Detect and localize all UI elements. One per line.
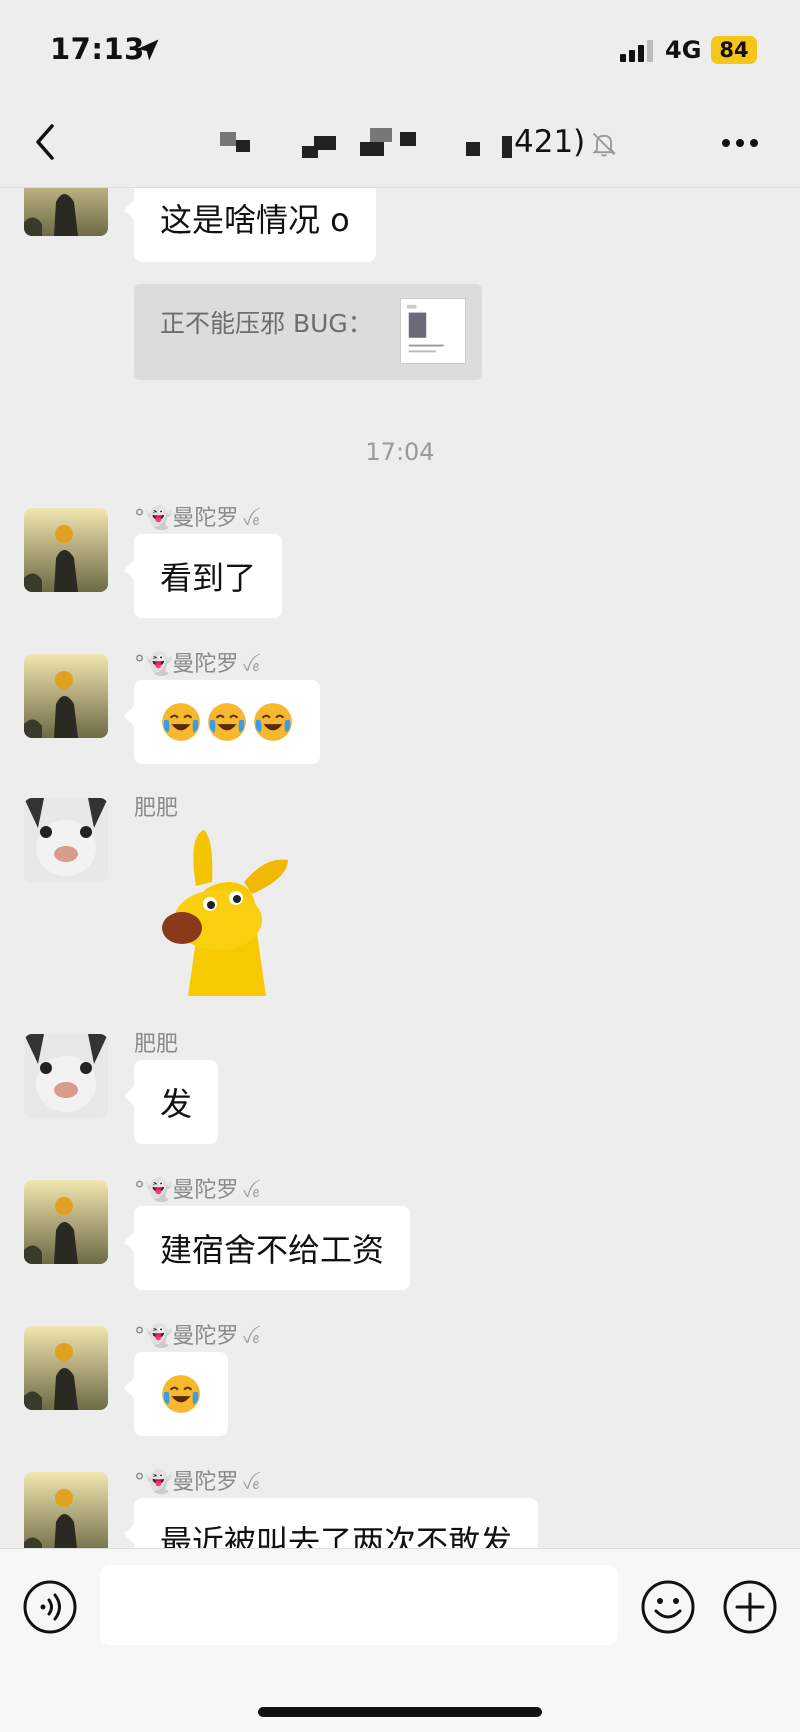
avatar[interactable] — [24, 508, 108, 592]
face-with-tears-of-joy-icon — [162, 1375, 200, 1413]
message-text: 看到了 — [160, 559, 257, 597]
input-bar — [0, 1548, 800, 1732]
censor-block — [360, 142, 384, 156]
signal-icon — [620, 40, 653, 62]
voice-icon[interactable] — [22, 1579, 78, 1635]
message-text: 这是啥情况 o — [160, 201, 350, 239]
message-text: 发 — [160, 1085, 193, 1123]
chat-messages[interactable]: 这是啥情况 o 正不能压邪 BUG： 17:04 °👻曼陀罗 ꪜꫀ 看到了 °👻… — [0, 188, 800, 1548]
face-with-tears-of-joy-icon — [208, 703, 246, 741]
quote-text: 正不能压邪 BUG： — [160, 309, 373, 338]
yellow-dog-sticker[interactable] — [148, 826, 308, 996]
message-text: 建宿舍不给工资 — [160, 1231, 385, 1269]
chat-title[interactable]: 421) — [210, 122, 630, 166]
bell-off-icon — [592, 132, 616, 157]
emoji-row — [160, 701, 294, 743]
censor-block — [302, 146, 318, 158]
sender-name: °👻曼陀罗 ꪜꫀ — [134, 1178, 260, 1203]
censor-block — [466, 142, 480, 156]
message-input[interactable] — [100, 1565, 618, 1645]
network-label: 4G — [665, 36, 702, 64]
message-bubble[interactable]: 建宿舍不给工资 — [123, 1206, 411, 1290]
battery-indicator: 84 — [711, 36, 757, 64]
message-bubble[interactable] — [124, 680, 320, 764]
avatar[interactable] — [24, 1472, 108, 1548]
face-with-tears-of-joy-icon — [254, 703, 292, 741]
avatar[interactable] — [24, 1180, 108, 1264]
timestamp: 17:04 — [365, 438, 435, 466]
message-bubble[interactable]: 最近被叫去了两次不敢发 — [123, 1498, 539, 1548]
message-bubble[interactable]: 发 — [123, 1060, 219, 1144]
sender-name: 肥肥 — [134, 1032, 179, 1057]
sender-name: °👻曼陀罗 ꪜꫀ — [134, 506, 260, 531]
quoted-message[interactable]: 正不能压邪 BUG： — [134, 284, 482, 380]
sender-name: °👻曼陀罗 ꪜꫀ — [134, 1324, 260, 1349]
message-bubble[interactable]: 看到了 — [123, 534, 283, 618]
plus-circle-icon[interactable] — [722, 1579, 778, 1635]
avatar[interactable] — [24, 188, 108, 236]
status-time: 17:13 — [50, 32, 145, 66]
censor-block — [220, 132, 236, 146]
avatar[interactable] — [24, 1034, 108, 1118]
nav-bar: 421) — [0, 100, 800, 188]
face-with-tears-of-joy-icon — [162, 703, 200, 741]
chat-title-text: 421) — [514, 124, 586, 160]
avatar[interactable] — [24, 1326, 108, 1410]
home-indicator — [258, 1707, 542, 1717]
smiley-icon[interactable] — [640, 1579, 696, 1635]
censor-block — [370, 128, 392, 142]
sender-name: 肥肥 — [134, 796, 179, 821]
message-bubble[interactable] — [124, 1352, 228, 1436]
censor-block — [502, 136, 512, 158]
sender-name: °👻曼陀罗 ꪜꫀ — [134, 1470, 260, 1495]
censor-block — [236, 140, 250, 152]
message-bubble[interactable]: 这是啥情况 o — [124, 188, 376, 262]
more-horizontal-icon[interactable] — [720, 136, 760, 150]
quote-thumbnail — [400, 298, 466, 364]
message-text: 最近被叫去了两次不敢发 — [160, 1523, 513, 1548]
location-arrow-icon — [137, 39, 159, 61]
sender-name: °👻曼陀罗 ꪜꫀ — [134, 652, 260, 677]
emoji-row — [160, 1373, 202, 1415]
avatar[interactable] — [24, 654, 108, 738]
status-bar: 17:13 4G 84 — [0, 0, 800, 100]
censor-block — [400, 132, 416, 146]
chevron-left-icon[interactable] — [30, 120, 60, 164]
avatar[interactable] — [24, 798, 108, 882]
